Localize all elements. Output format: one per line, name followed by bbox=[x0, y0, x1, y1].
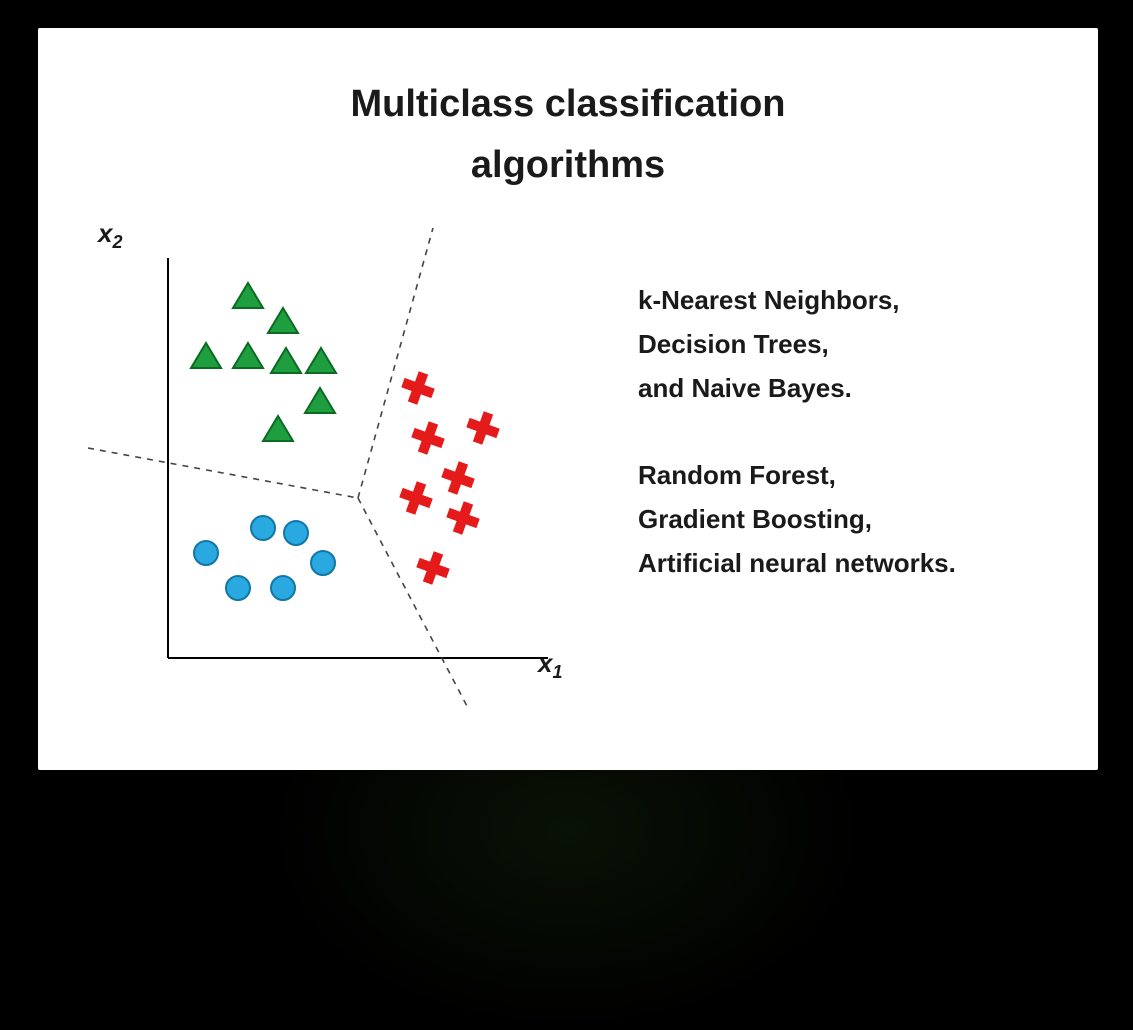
class-triangles bbox=[191, 283, 336, 441]
class-circles bbox=[194, 516, 335, 600]
algo-group-1: k-Nearest Neighbors, Decision Trees, and… bbox=[638, 278, 1058, 411]
algorithm-list: k-Nearest Neighbors, Decision Trees, and… bbox=[638, 278, 1058, 585]
scatter-chart bbox=[88, 228, 588, 708]
diagram-title: Multiclass classification algorithms bbox=[38, 76, 1098, 194]
algo-line: k-Nearest Neighbors, bbox=[638, 278, 1058, 322]
title-line-1: Multiclass classification bbox=[350, 83, 785, 125]
content-card: Multiclass classification algorithms x2 bbox=[38, 28, 1098, 770]
algo-line: Random Forest, bbox=[638, 453, 1058, 497]
scatter-svg bbox=[88, 228, 588, 708]
class-crosses bbox=[395, 367, 503, 588]
x-axis-label: x1 bbox=[538, 648, 562, 683]
x-axis-var: x bbox=[538, 648, 552, 678]
algo-line: Decision Trees, bbox=[638, 322, 1058, 366]
algo-line: Artificial neural networks. bbox=[638, 541, 1058, 585]
algo-group-2: Random Forest, Gradient Boosting, Artifi… bbox=[638, 453, 1058, 586]
algo-line: and Naive Bayes. bbox=[638, 366, 1058, 410]
title-line-2: algorithms bbox=[38, 137, 1098, 194]
x-axis-sub: 1 bbox=[552, 662, 562, 682]
algo-line: Gradient Boosting, bbox=[638, 497, 1058, 541]
